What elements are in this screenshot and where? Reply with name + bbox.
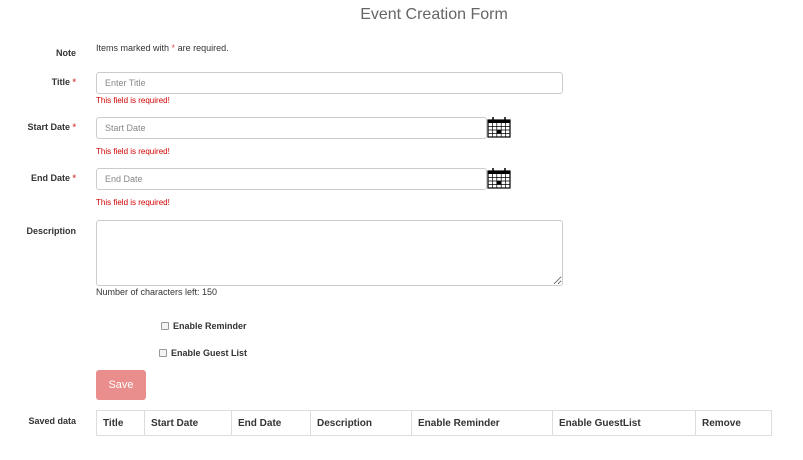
start-date-input[interactable] [96,117,487,139]
column-header-start-date: Start Date [144,410,232,436]
end-date-label-text: End Date [30,173,70,183]
note-text-before: Items marked with [96,43,170,53]
start-date-calendar-icon[interactable] [487,116,511,138]
required-marker: * [72,122,76,132]
column-header-title: Title [96,410,145,436]
description-label: Description [26,226,76,236]
column-header-description: Description [310,410,412,436]
title-error: This field is required! [96,96,170,105]
end-date-calendar-icon[interactable] [487,167,511,189]
end-date-error: This field is required! [96,198,170,207]
end-date-label: End Date * [6,173,76,183]
note-label: Note [56,48,76,58]
required-marker: * [171,43,176,53]
column-header-enable-reminder: Enable Reminder [411,410,553,436]
start-date-label: Start Date * [6,122,76,132]
required-marker: * [72,77,76,87]
note-text-after: are required. [177,43,229,53]
enable-guest-list-label[interactable]: Enable Guest List [171,348,247,358]
start-date-label-text: Start Date [27,122,70,132]
required-marker: * [72,173,76,183]
column-header-remove: Remove [695,410,772,436]
title-input[interactable] [96,72,563,94]
enable-guest-list-checkbox[interactable] [159,349,167,357]
description-textarea[interactable] [96,220,563,286]
enable-guest-list-row[interactable]: Enable Guest List [159,348,247,358]
note-text: Items marked with * are required. [96,43,229,53]
saved-data-label: Saved data [28,416,76,426]
column-header-end-date: End Date [231,410,311,436]
title-label-text: Title [51,77,70,87]
table-header-row: Title Start Date End Date Description En… [96,410,772,436]
form-title: Event Creation Form [360,6,508,23]
column-header-enable-guestlist: Enable GuestList [552,410,696,436]
save-button[interactable]: Save [96,370,146,400]
saved-data-table: Title Start Date End Date Description En… [96,410,772,436]
enable-reminder-row[interactable]: Enable Reminder [161,321,247,331]
title-label: Title * [6,77,76,87]
description-char-counter: Number of characters left: 150 [96,287,218,297]
start-date-error: This field is required! [96,147,170,156]
end-date-input[interactable] [96,168,487,190]
enable-reminder-label[interactable]: Enable Reminder [173,321,247,331]
enable-reminder-checkbox[interactable] [161,322,169,330]
